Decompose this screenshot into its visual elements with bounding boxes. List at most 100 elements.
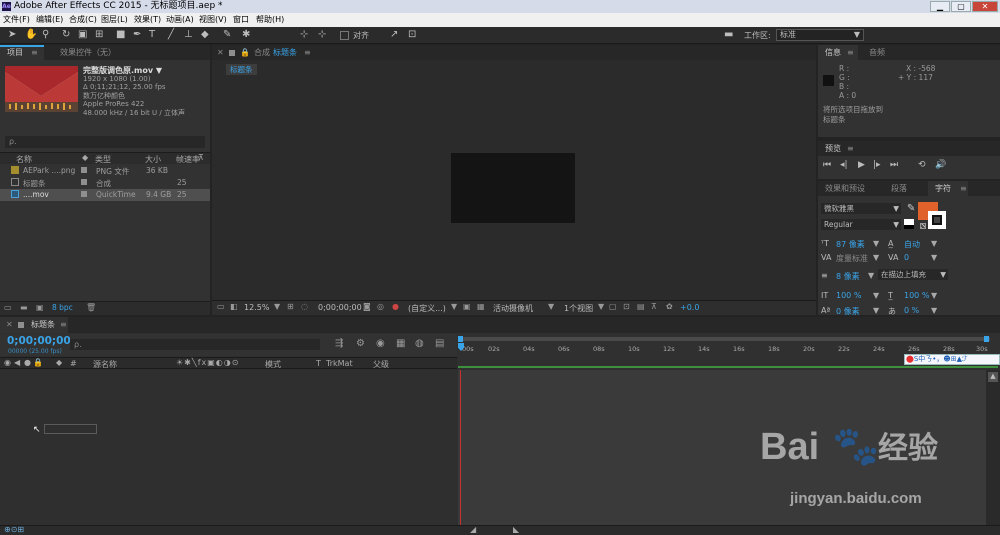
flowchart-view-icon[interactable]: ⊼ (651, 302, 657, 311)
local-axis-icon[interactable]: ⊹ (300, 29, 308, 41)
mask-icon[interactable]: ◌ (301, 302, 308, 311)
puppet-tool-icon[interactable]: ✱ (242, 29, 250, 41)
exposure-icon[interactable]: ✿ (666, 302, 673, 311)
stroke-mode-select[interactable]: 在描边上填充 ▼ (878, 269, 948, 280)
minimize-button[interactable]: ▁ (930, 1, 950, 12)
timeline-icon[interactable]: ▤ (637, 302, 645, 311)
menu-layer[interactable]: 图层(L) (101, 13, 128, 27)
camera-dropdown-icon[interactable]: ▼ (548, 302, 554, 311)
font-size-dropdown-icon[interactable]: ▼ (873, 239, 879, 248)
next-frame-icon[interactable]: |▸ (873, 160, 881, 170)
show-snapshot-icon[interactable]: ◎ (377, 302, 384, 311)
shy-layers-icon[interactable]: ◉ (376, 338, 385, 349)
graph-editor-icon[interactable]: ▤ (435, 338, 444, 349)
exposure-value[interactable]: +0.0 (680, 303, 699, 312)
trkmat-column[interactable]: TrkMat (326, 359, 353, 368)
work-area-end[interactable] (984, 336, 989, 342)
vertical-scale-dropdown-icon[interactable]: ▼ (873, 291, 879, 300)
label-swatch[interactable] (81, 167, 87, 173)
reset-exposure-icon[interactable]: ⊡ (623, 302, 630, 311)
clone-stamp-tool-icon[interactable]: ⊥ (184, 29, 193, 41)
baseline-shift-value[interactable]: 0 像素 (836, 306, 860, 315)
selection-tool-icon[interactable]: ➤ (8, 29, 16, 41)
kerning-dropdown-icon[interactable]: ▼ (873, 253, 879, 262)
switches-icon[interactable]: ☀✱╲fx▣◐◑⊙ (176, 358, 239, 367)
mode-column[interactable]: 模式 (265, 359, 281, 370)
motion-blur-icon[interactable]: ◍ (415, 338, 424, 349)
tab-paragraph[interactable]: 段落 (891, 181, 907, 196)
resolution-dropdown-icon[interactable]: ▼ (451, 302, 457, 311)
toggle-pixel-icon[interactable]: ▢ (609, 302, 617, 311)
grid-icon[interactable]: ⊞ (287, 302, 294, 311)
timeline-scrollbar[interactable]: ▲ (986, 370, 1000, 525)
project-search-input[interactable]: ρ. (5, 136, 205, 148)
eraser-tool-icon[interactable]: ◆ (201, 29, 209, 41)
tracking-value[interactable]: 0 (904, 253, 909, 262)
list-item[interactable]: 标题条 合成 25 (0, 177, 210, 189)
baseline-dropdown-icon[interactable]: ▼ (873, 306, 879, 315)
eye-icon[interactable]: ◉ (4, 358, 11, 367)
last-frame-icon[interactable]: ⏭ (890, 160, 898, 170)
menu-window[interactable]: 窗口 (233, 13, 249, 27)
tracking-dropdown-icon[interactable]: ▼ (931, 253, 937, 262)
snapshot-icon[interactable]: ◙ (363, 302, 371, 311)
source-name-column[interactable]: 源名称 (93, 359, 117, 370)
tab-info[interactable]: 信息 (825, 45, 841, 60)
interpret-footage-icon[interactable]: ▭ (4, 303, 12, 312)
leading-value[interactable]: 自动 (904, 239, 920, 250)
first-frame-icon[interactable]: ⏮ (823, 160, 831, 170)
channel-icon[interactable]: ● (392, 302, 399, 311)
comp-canvas[interactable] (451, 153, 575, 223)
vertical-scale-value[interactable]: 100 % (836, 291, 861, 300)
solo-icon[interactable]: ● (24, 358, 31, 367)
tab-timeline[interactable]: 标题条 (31, 317, 55, 332)
lock-column-icon[interactable]: 🔒 (33, 358, 43, 367)
col-fps[interactable]: 帧速率 (176, 154, 200, 165)
always-preview-icon[interactable]: ▭ (217, 302, 225, 311)
tsume-value[interactable]: 0 % (904, 306, 919, 315)
zoom-tool-icon[interactable]: ⚲ (42, 29, 49, 41)
menu-view[interactable]: 视图(V) (199, 13, 227, 27)
comp-mini-flowchart-icon[interactable]: ⇶ (335, 338, 343, 349)
draft-3d-icon[interactable]: ⚙ (356, 338, 365, 349)
black-white-swatch[interactable] (904, 219, 914, 229)
panel-menu-icon[interactable]: ≡ (60, 317, 67, 332)
transparency-grid-icon[interactable]: ▦ (477, 302, 485, 311)
maximize-button[interactable]: ▢ (951, 1, 971, 12)
tab-character[interactable]: 字符 (935, 181, 951, 196)
panel-menu-icon[interactable]: ≡ (31, 45, 38, 60)
scroll-up-icon[interactable]: ▲ (988, 372, 998, 382)
menu-file[interactable]: 文件(F) (3, 13, 30, 27)
font-style-select[interactable]: Regular ▼ (821, 219, 901, 230)
roto-brush-tool-icon[interactable]: ✎ (223, 29, 231, 41)
rotate-tool-icon[interactable]: ↻ (62, 29, 70, 41)
stroke-width-value[interactable]: 8 像素 (836, 271, 860, 282)
horizontal-scale-value[interactable]: 100 % (904, 291, 929, 300)
lock-icon[interactable]: 🔒 (240, 45, 250, 60)
timeline-search-input[interactable]: ρ. (70, 339, 320, 350)
horizontal-scale-dropdown-icon[interactable]: ▼ (931, 291, 937, 300)
tsume-dropdown-icon[interactable]: ▼ (931, 306, 937, 315)
panel-menu-icon[interactable]: ≡ (847, 141, 854, 156)
pen-tool-icon[interactable]: ✒ (133, 29, 141, 41)
type-tool-icon[interactable]: T (149, 29, 155, 41)
playhead-line[interactable] (460, 370, 461, 525)
new-folder-icon[interactable]: ▬ (20, 303, 28, 312)
stroke-color-swatch[interactable] (928, 211, 946, 229)
resolution-select[interactable]: (自定义...) (408, 303, 446, 314)
menu-composition[interactable]: 合成(C) (69, 13, 97, 27)
toggle-switches-icon[interactable]: ⊕⊙⊞ (4, 525, 24, 534)
brush-tool-icon[interactable]: ╱ (168, 29, 174, 41)
panel-menu-icon[interactable]: ≡ (304, 45, 311, 60)
trash-icon[interactable]: 🗑 (86, 303, 96, 312)
col-name[interactable]: 名称 (16, 154, 32, 165)
world-axis-icon[interactable]: ⊹ (318, 29, 326, 41)
audio-icon[interactable]: ◀ (14, 358, 20, 367)
previous-frame-icon[interactable]: ◂| (840, 160, 848, 170)
time-ruler[interactable]: 00s 02s 04s 06s 08s 10s 12s 14s 16s 18s … (458, 334, 1000, 369)
hand-tool-icon[interactable]: ✋ (25, 29, 37, 41)
mute-audio-icon[interactable]: 🔊 (935, 160, 946, 170)
tab-preview[interactable]: 预览 (825, 141, 841, 156)
font-size-value[interactable]: 87 像素 (836, 239, 865, 250)
tab-audio[interactable]: 音频 (869, 45, 885, 60)
